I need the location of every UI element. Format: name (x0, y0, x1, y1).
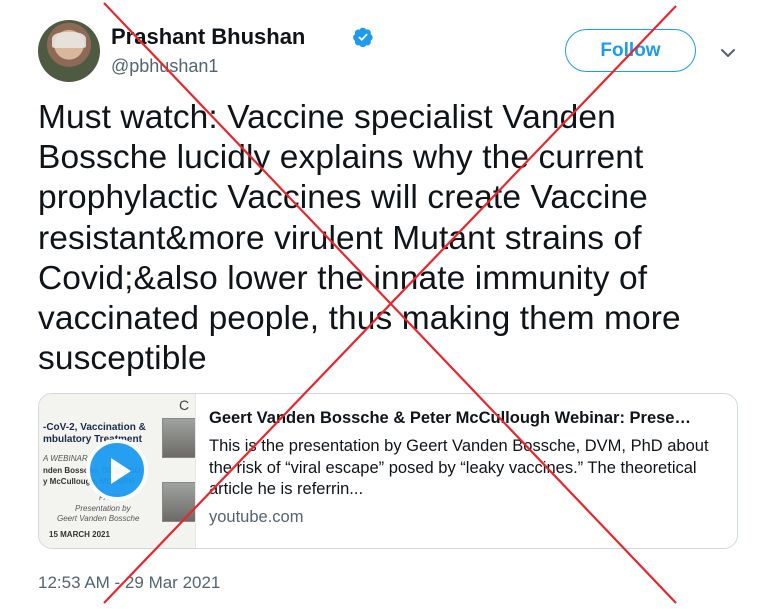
thumbnail-speaker-photo (162, 418, 195, 458)
tweet: Prashant Bhushan @pbhushan1 Follow Must … (0, 0, 779, 609)
avatar[interactable] (38, 20, 100, 82)
thumbnail-title-line: -CoV-2, Vaccination & (43, 422, 146, 433)
tweet-header: Prashant Bhushan @pbhushan1 Follow (38, 20, 758, 84)
handle[interactable]: @pbhushan1 (111, 56, 218, 77)
display-name[interactable]: Prashant Bhushan (111, 24, 305, 50)
thumbnail-text-line: A WEBINAR (43, 454, 88, 463)
video-thumbnail[interactable]: C -CoV-2, Vaccination & mbulatory Treatm… (39, 394, 196, 548)
timestamp[interactable]: 12:53 AM - 29 Mar 2021 (38, 573, 220, 593)
link-card[interactable]: C -CoV-2, Vaccination & mbulatory Treatm… (38, 393, 738, 549)
play-icon (111, 458, 131, 484)
thumbnail-logo: C (179, 397, 190, 413)
play-button[interactable] (86, 439, 148, 501)
follow-button[interactable]: Follow (565, 29, 696, 72)
chevron-down-icon[interactable] (719, 44, 737, 62)
card-domain: youtube.com (209, 508, 304, 526)
verified-badge-icon (353, 27, 373, 48)
thumbnail-date: 15 MARCH 2021 (49, 530, 110, 539)
card-description: This is the presentation by Geert Vanden… (209, 437, 709, 498)
thumbnail-text-line: Presentation by (75, 504, 131, 513)
thumbnail-text-line: Geert Vanden Bossche (57, 514, 140, 523)
card-title[interactable]: Geert Vanden Bossche & Peter McCullough … (209, 409, 729, 428)
thumbnail-speaker-photo (162, 482, 195, 522)
tweet-text: Must watch: Vaccine specialist Vanden Bo… (38, 99, 681, 378)
